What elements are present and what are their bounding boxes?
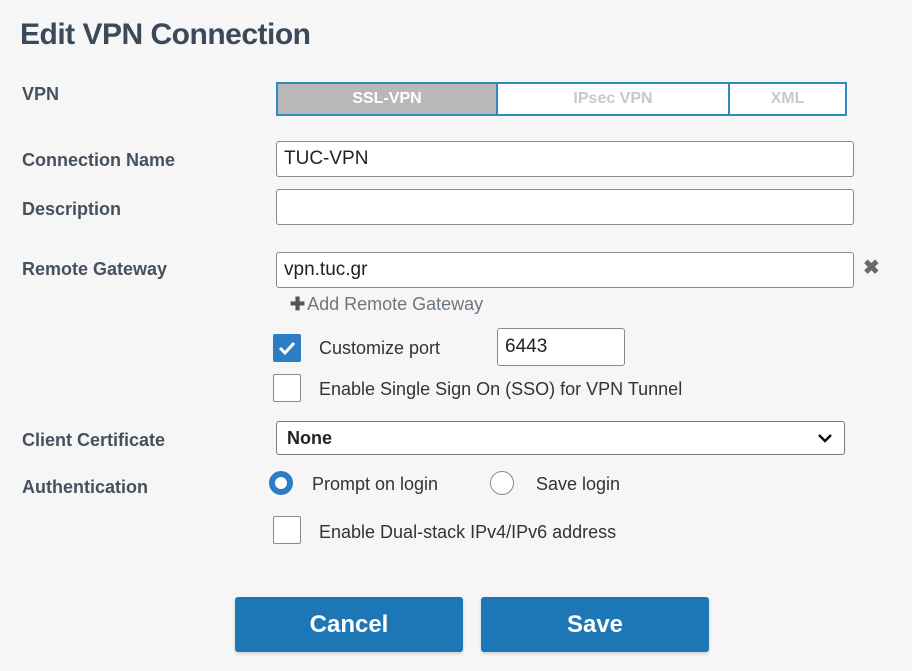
sso-label: Enable Single Sign On (SSO) for VPN Tunn… [319, 379, 683, 399]
description-input[interactable] [276, 189, 854, 225]
vpn-label: VPN [22, 84, 60, 104]
radio-prompt-on-login[interactable] [269, 471, 293, 495]
chevron-down-icon [818, 434, 832, 443]
authentication-label: Authentication [22, 477, 148, 497]
remote-gateway-input[interactable] [276, 252, 854, 288]
client-certificate-select[interactable]: None [276, 421, 845, 455]
save-login-label: Save login [536, 474, 621, 494]
add-remote-gateway-label: Add Remote Gateway [307, 294, 484, 314]
connection-name-input[interactable] [276, 141, 854, 177]
tab-ssl-vpn[interactable]: SSL-VPN [278, 84, 496, 114]
remote-gateway-label: Remote Gateway [22, 259, 168, 279]
dual-stack-label: Enable Dual-stack IPv4/IPv6 address [319, 522, 617, 542]
client-certificate-value: None [287, 428, 332, 448]
description-label: Description [22, 199, 122, 219]
plus-icon: ✚ [290, 294, 306, 314]
vpn-type-tabs: SSL-VPN IPsec VPN XML [276, 82, 847, 116]
add-remote-gateway-link[interactable]: ✚ Add Remote Gateway [290, 294, 483, 315]
connection-name-label: Connection Name [22, 150, 176, 170]
prompt-on-login-label: Prompt on login [312, 474, 439, 494]
tab-xml[interactable]: XML [728, 84, 845, 114]
sso-checkbox[interactable] [273, 374, 301, 402]
client-certificate-label: Client Certificate [22, 430, 166, 450]
edit-vpn-dialog: Edit VPN Connection VPN SSL-VPN IPsec VP… [0, 0, 912, 671]
customize-port-checkbox[interactable] [273, 334, 301, 362]
remove-gateway-icon[interactable]: ✖ [863, 258, 880, 278]
cancel-button[interactable]: Cancel [235, 597, 463, 652]
tab-ipsec-vpn[interactable]: IPsec VPN [496, 84, 728, 114]
dual-stack-checkbox[interactable] [273, 516, 301, 544]
port-input[interactable] [497, 328, 625, 366]
checkmark-icon [278, 341, 296, 356]
dialog-title: Edit VPN Connection [20, 18, 311, 51]
customize-port-label: Customize port [319, 338, 441, 358]
radio-save-login[interactable] [490, 471, 514, 495]
save-button[interactable]: Save [481, 597, 709, 652]
